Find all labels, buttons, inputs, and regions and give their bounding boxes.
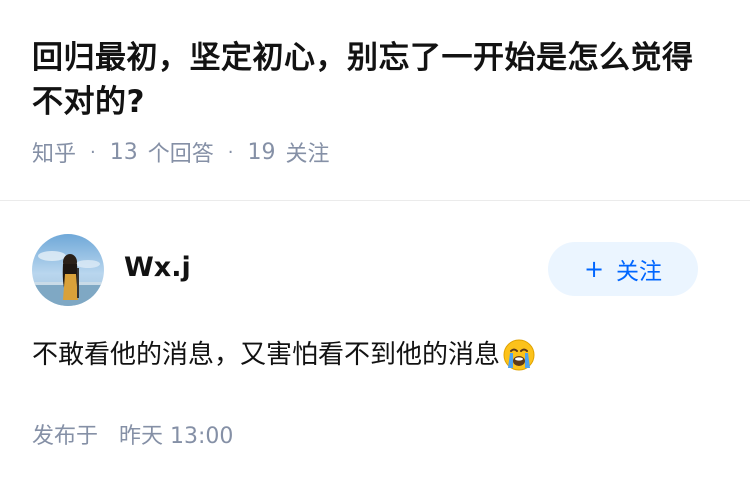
posted-time: 昨天 13:00 [119, 424, 234, 449]
loudly-crying-face-emoji-icon [503, 339, 535, 371]
posted-time-row: 发布于 昨天 13:00 [32, 418, 718, 450]
question-header: 回归最初，坚定初心，别忘了一开始是怎么觉得不对的? 知乎 · 13 个回答 · … [0, 0, 750, 167]
author-row: Wx.j + 关注 [32, 234, 718, 306]
follow-count-label[interactable]: 关注 [286, 136, 330, 168]
meta-separator: · [90, 141, 96, 163]
follow-button[interactable]: + 关注 [548, 242, 698, 296]
answer-count-label[interactable]: 个回答 [148, 136, 214, 168]
meta-separator: · [227, 141, 234, 163]
avatar[interactable] [32, 234, 104, 306]
avatar-image [32, 234, 104, 306]
answer-card: Wx.j + 关注 不敢看他的消息，又害怕看不到他的消息 发布于 昨天 13:0… [32, 234, 718, 450]
source-label[interactable]: 知乎 [32, 136, 76, 168]
author-name[interactable]: Wx.j [124, 252, 191, 283]
answer-count: 13 [109, 139, 138, 165]
question-meta: 知乎 · 13 个回答 · 19 关注 [32, 136, 718, 168]
follow-count: 19 [247, 139, 276, 165]
follow-button-label: 关注 [616, 259, 663, 285]
question-title[interactable]: 回归最初，坚定初心，别忘了一开始是怎么觉得不对的? [32, 36, 718, 124]
divider [0, 200, 750, 201]
plus-icon: + [583, 255, 605, 283]
answer-text: 不敢看他的消息，又害怕看不到他的消息 [32, 340, 501, 370]
answer-content[interactable]: 不敢看他的消息，又害怕看不到他的消息 [32, 336, 718, 374]
posted-label: 发布于 [32, 424, 99, 449]
